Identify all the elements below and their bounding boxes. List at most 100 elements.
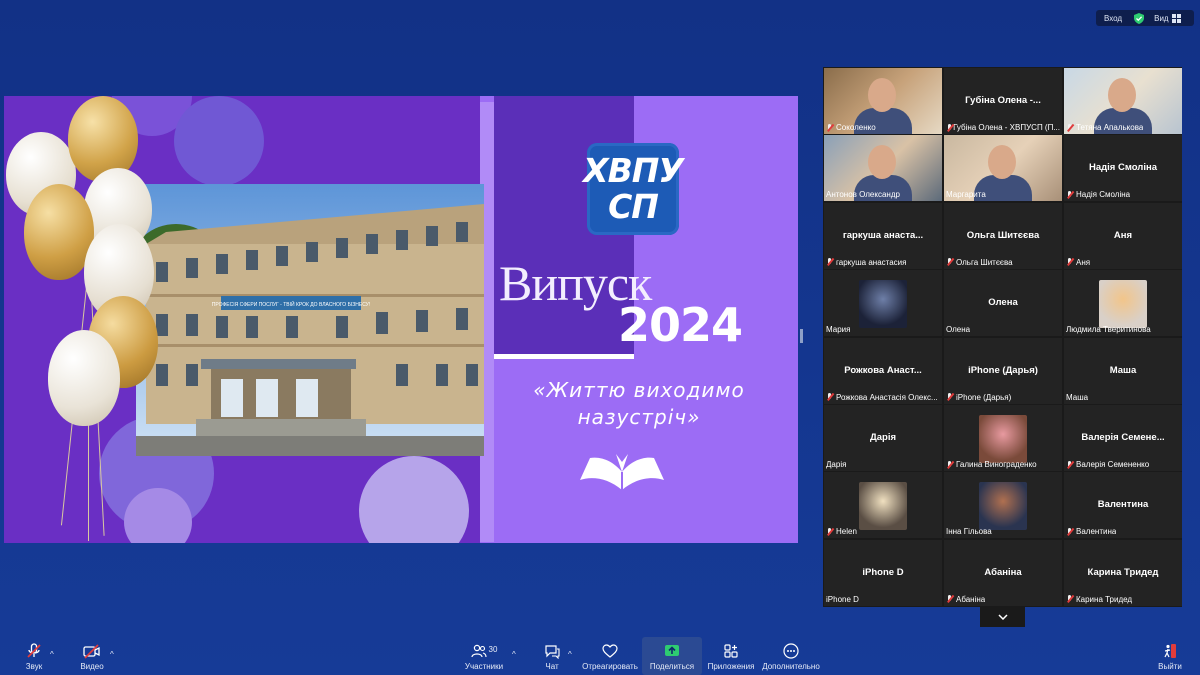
participant-tile[interactable]: Маргарита [944,135,1062,202]
chat-options-chevron-icon[interactable]: ^ [568,650,572,659]
video-button[interactable]: Видео [78,637,106,675]
participant-tile[interactable]: Аня Аня [1064,202,1182,269]
decor-circle [174,96,264,186]
participant-tile[interactable]: Helen [824,472,942,539]
share-screen-button[interactable]: Поделиться [642,637,702,675]
participant-name-label: Олена [946,325,970,334]
login-label[interactable]: Вход [1104,14,1122,23]
meeting-toolbar: Звук ^ Видео ^ 30 Участники ^ Чат ^ Отре… [0,637,1200,675]
meeting-info-badge[interactable]: Вход Вид [1096,10,1194,26]
participant-label-text: Інна Гільова [946,527,992,537]
participant-display-name: Абаніна [984,566,1022,578]
participant-tile[interactable]: Валентина Валентина [1064,472,1182,539]
view-label[interactable]: Вид [1154,14,1168,23]
participant-tile[interactable]: Мария [824,270,942,337]
participant-tile[interactable]: Ольга Шитєєва Ольга Шитєєва [944,202,1062,269]
leave-icon [1164,644,1176,658]
participant-face [868,145,896,180]
muted-microphone-icon [946,595,953,603]
participant-tile[interactable]: Галина Винограденко [944,405,1062,471]
participant-tile[interactable]: Соколенко [824,68,942,134]
participant-name-label: iPhone (Дарья) [946,393,1011,402]
participant-name-label: Галина Винограденко [946,460,1037,469]
participant-tile[interactable]: Карина Тридед Карина Тридед [1064,539,1182,606]
apps-button[interactable]: Приложения [706,637,756,675]
participant-display-name: Дарія [869,432,897,443]
muted-microphone-icon [946,393,953,401]
more-button[interactable]: Дополнительно [762,637,820,675]
slide-divider [494,354,634,359]
participant-label-text: iPhone (Дарья) [956,392,1012,402]
audio-options-chevron-icon[interactable]: ^ [50,650,54,659]
participant-label-text: Рожкова Анастасія Олекс... [836,392,938,402]
participant-label-text: Губіна Олена - ХВПУСП (П... [953,123,1060,132]
muted-microphone-icon [946,460,953,469]
participant-name-label: Інна Гільова [946,527,992,536]
react-label: Отреагировать [582,662,638,671]
participant-label-text: Олена [946,325,971,335]
participant-label-text: Надія Смоліна [1076,190,1131,200]
participant-tile[interactable]: Антонов Олександр [824,135,942,202]
participant-tile[interactable]: Олена Олена [944,270,1062,337]
slide-year: 2024 [618,298,743,352]
participant-display-name: Валентина [1097,499,1149,511]
participant-label-text: Абаніна [956,594,986,604]
view-grid-icon[interactable] [1171,13,1181,23]
muted-microphone-icon [946,258,953,266]
participant-label-text: Карина Тридед [1076,594,1133,604]
muted-microphone-icon [1066,190,1073,199]
participant-face [988,145,1016,180]
participant-name-label: Мария [826,325,850,334]
participant-tile[interactable]: гаркуша анаста... гаркуша анастасия [824,202,942,269]
participant-name-label: Маргарита [946,190,986,199]
participant-tile[interactable]: Губіна Олена -... Губіна Олена - ХВПУСП (… [944,68,1062,134]
audio-button[interactable]: Звук [20,637,48,675]
open-book-icon [580,454,664,492]
panel-splitter[interactable] [800,329,803,343]
participant-tile[interactable]: Інна Гільова [944,472,1062,539]
video-label: Видео [80,662,104,671]
participants-icon [470,644,487,658]
building-sign-text: ПРОФЕСІЯ СФЕРИ ПОСЛУГ - ТВІЙ КРОК ДО ВЛА… [212,300,370,308]
audio-label: Звук [25,662,43,671]
participant-tile[interactable]: Маша Маша [1064,337,1182,404]
participants-button[interactable]: 30 Участники [462,637,506,675]
chat-button[interactable]: Чат [540,637,564,675]
logo-line2: СП [608,187,659,226]
participant-tile[interactable]: iPhone D iPhone D [824,539,942,606]
participant-label-text: Соколенко [836,123,876,132]
participant-name-label: Тетяна Апалькова [1066,123,1143,132]
participant-display-name: Ольга Шитєєва [966,229,1040,241]
participant-label-text: Валентина [1076,527,1117,537]
leave-button[interactable]: Выйти [1158,637,1182,675]
gallery-scroll-down-button[interactable] [980,607,1025,627]
slide-motto-line2: назустріч» [577,405,701,429]
participant-display-name: Олена [988,297,1018,309]
chevron-down-icon [997,614,1008,620]
camera-off-icon [83,644,100,659]
participant-tile[interactable]: Тетяна Апалькова [1064,68,1182,134]
participant-tile[interactable]: Надія Смоліна Надія Смоліна [1064,135,1182,202]
participant-display-name: Аня [1113,229,1133,241]
muted-microphone-icon [1066,123,1073,132]
participant-label-text: Дарія [826,460,847,469]
participant-face [868,78,896,112]
white-balloon [48,330,120,426]
participant-tile[interactable]: Абаніна Абаніна [944,539,1062,606]
participant-name-label: Валерія Семененко [1066,460,1149,469]
participant-label-text: Людмила Тверитинова [1066,325,1151,335]
participant-tile[interactable]: Людмила Тверитинова [1064,270,1182,337]
participant-name-label: Helen [826,527,857,536]
participant-label-text: Маша [1066,392,1089,402]
video-options-chevron-icon[interactable]: ^ [110,650,114,659]
participant-name-label: гаркуша анастасия [826,258,906,267]
participant-tile[interactable]: Рожкова Анаст... Рожкова Анастасія Олекс.… [824,337,942,404]
participants-options-chevron-icon[interactable]: ^ [512,650,516,659]
shared-screen-slide: ПРОФЕСІЯ СФЕРИ ПОСЛУГ - ТВІЙ КРОК ДО ВЛА… [4,96,798,543]
participant-tile[interactable]: iPhone (Дарья) iPhone (Дарья) [944,337,1062,404]
participant-name-label: Ольга Шитєєва [946,258,1013,267]
react-button[interactable]: Отреагировать [582,637,638,675]
participant-tile[interactable]: Дарія Дарія [824,405,942,471]
chat-icon [545,645,560,659]
participant-tile[interactable]: Валерія Семене... Валерія Семененко [1064,405,1182,471]
